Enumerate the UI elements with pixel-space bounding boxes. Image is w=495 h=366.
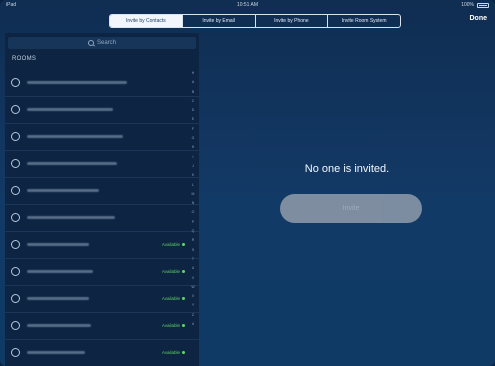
room-row[interactable]: [5, 97, 199, 124]
index-letter[interactable]: M: [192, 190, 195, 199]
availability-status: Available: [162, 323, 185, 328]
search-icon: [87, 40, 94, 46]
availability-status: Available: [162, 269, 185, 274]
room-name-redacted: [27, 189, 99, 192]
nav-bar: Invite by Contacts Invite by Email Invit…: [0, 10, 495, 32]
availability-status: Available: [162, 242, 185, 247]
invite-button[interactable]: Invite: [280, 194, 422, 223]
clock: 10:51 AM: [236, 2, 259, 8]
tab-invite-by-contacts[interactable]: Invite by Contacts: [110, 15, 182, 27]
availability-label: Available: [161, 296, 180, 301]
room-row[interactable]: Available: [5, 313, 199, 340]
index-letter[interactable]: N: [192, 199, 195, 208]
index-letter[interactable]: J: [192, 162, 194, 171]
room-row[interactable]: [5, 70, 199, 97]
index-letter[interactable]: P: [192, 218, 194, 227]
index-letter[interactable]: R: [192, 236, 195, 245]
index-letter[interactable]: U: [192, 264, 195, 273]
select-radio-icon[interactable]: [11, 321, 20, 330]
index-letter[interactable]: H: [192, 69, 195, 78]
availability-status: Available: [162, 350, 185, 355]
room-name-redacted: [27, 135, 123, 138]
select-radio-icon[interactable]: [11, 294, 20, 303]
index-letter[interactable]: V: [192, 274, 194, 283]
tab-invite-by-phone[interactable]: Invite by Phone: [254, 15, 328, 27]
index-letter[interactable]: #: [192, 320, 194, 329]
select-radio-icon[interactable]: [11, 132, 20, 141]
availability-label: Available: [161, 269, 180, 274]
room-row[interactable]: Available: [5, 340, 199, 366]
select-radio-icon[interactable]: [11, 186, 20, 195]
battery-percent: 100%: [461, 2, 474, 8]
available-dot-icon: [182, 351, 185, 354]
index-letter[interactable]: I: [193, 153, 194, 162]
room-row[interactable]: [5, 178, 199, 205]
room-row[interactable]: Available: [5, 286, 199, 313]
availability-label: Available: [161, 323, 180, 328]
room-name-redacted: [27, 162, 117, 165]
index-letter[interactable]: T: [192, 255, 194, 264]
availability-status: Available: [162, 296, 185, 301]
available-dot-icon: [182, 324, 185, 327]
index-letter[interactable]: H: [192, 143, 195, 152]
search-placeholder: Search: [96, 40, 116, 46]
index-letter[interactable]: W: [191, 283, 194, 292]
availability-label: Available: [161, 350, 180, 355]
index-letter[interactable]: L: [192, 181, 194, 190]
invite-screen: iPad 10:51 AM 100% Invite by Contacts In…: [0, 0, 495, 366]
room-name-redacted: [27, 270, 93, 273]
index-letter[interactable]: Q: [192, 227, 195, 236]
index-letter[interactable]: S: [192, 246, 194, 255]
room-name-redacted: [27, 243, 89, 246]
rooms-sidebar: Search ROOMS Available Available Available…: [5, 33, 199, 366]
index-letter[interactable]: K: [192, 171, 194, 180]
available-dot-icon: [182, 243, 185, 246]
index-letter[interactable]: O: [192, 208, 195, 217]
room-name-redacted: [27, 351, 85, 354]
room-row[interactable]: [5, 205, 199, 232]
tab-invite-by-email[interactable]: Invite by Email: [181, 15, 255, 27]
select-radio-icon[interactable]: [11, 348, 20, 357]
index-letter[interactable]: B: [192, 88, 194, 97]
room-list: Available Available Available Available Avai…: [5, 70, 199, 366]
room-row[interactable]: [5, 124, 199, 151]
status-bar: iPad 10:51 AM 100%: [0, 0, 495, 10]
select-radio-icon[interactable]: [11, 240, 20, 249]
available-dot-icon: [182, 297, 185, 300]
available-dot-icon: [182, 270, 185, 273]
index-letter[interactable]: X: [192, 292, 194, 301]
index-letter[interactable]: E: [192, 115, 194, 124]
room-name-redacted: [27, 324, 91, 327]
room-name-redacted: [27, 108, 113, 111]
room-name-redacted: [27, 297, 89, 300]
select-radio-icon[interactable]: [11, 267, 20, 276]
index-letter[interactable]: G: [192, 134, 195, 143]
select-radio-icon[interactable]: [11, 159, 20, 168]
room-row[interactable]: Available: [5, 259, 199, 286]
index-letter[interactable]: Y: [192, 301, 194, 310]
search-input[interactable]: Search: [8, 37, 196, 49]
select-radio-icon[interactable]: [11, 213, 20, 222]
index-letter[interactable]: C: [192, 97, 195, 106]
room-name-redacted: [27, 216, 115, 219]
index-letter[interactable]: Z: [192, 311, 194, 320]
availability-label: Available: [161, 242, 180, 247]
alphabet-index-scrubber[interactable]: H A B C D E F G H I J K L M N O P Q R S T U V W X Y Z #: [189, 69, 197, 329]
select-radio-icon[interactable]: [11, 105, 20, 114]
index-letter[interactable]: A: [192, 78, 194, 87]
index-letter[interactable]: D: [192, 106, 195, 115]
rooms-section-header: ROOMS: [12, 56, 37, 62]
battery-icon: [477, 2, 489, 8]
tab-invite-room-system[interactable]: Invite Room System: [327, 15, 400, 27]
room-row[interactable]: [5, 151, 199, 178]
index-letter[interactable]: F: [192, 125, 194, 134]
done-button[interactable]: Done: [470, 15, 488, 22]
empty-state-message: No one is invited.: [304, 163, 390, 175]
invite-method-segmented-control: Invite by Contacts Invite by Email Invit…: [109, 14, 401, 28]
select-radio-icon[interactable]: [11, 78, 20, 87]
room-row[interactable]: Available: [5, 232, 199, 259]
room-name-redacted: [27, 81, 127, 84]
